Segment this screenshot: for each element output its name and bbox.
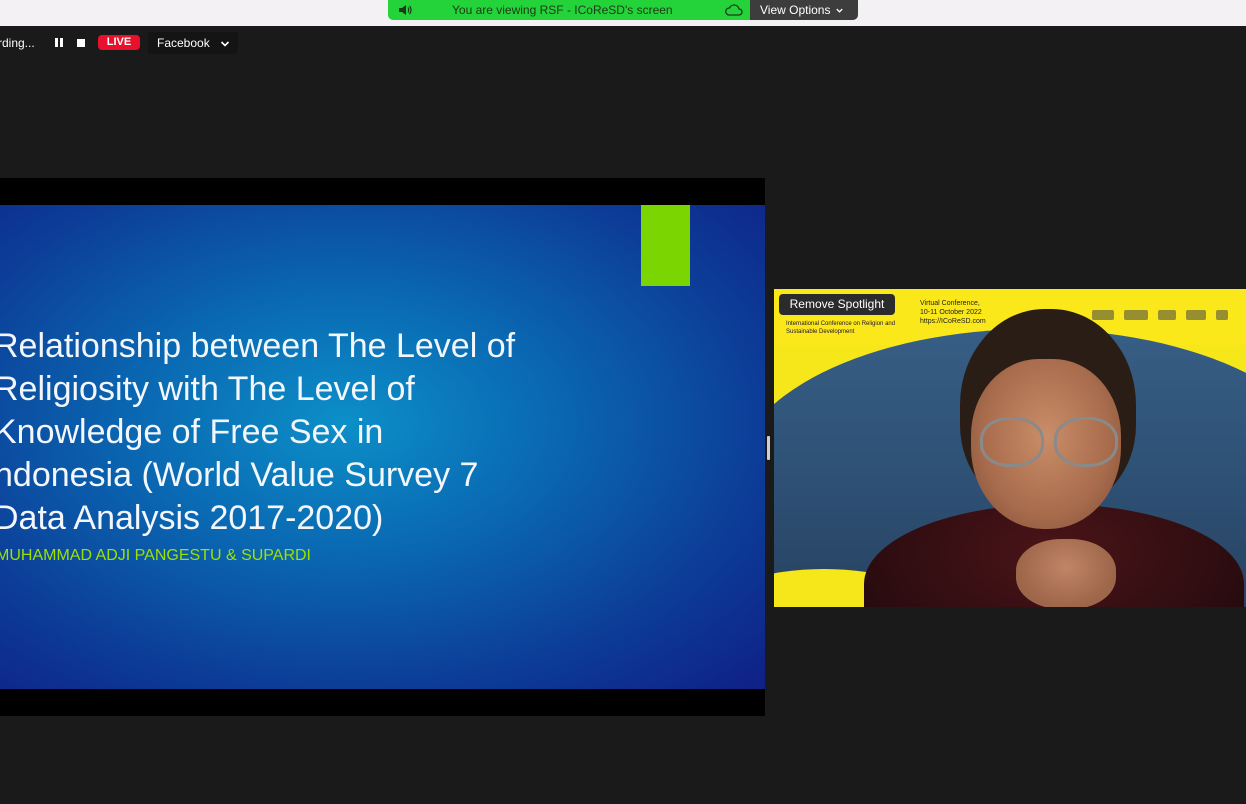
panel-resize-handle[interactable]: [767, 436, 770, 460]
stream-target-label: Facebook: [157, 36, 210, 50]
slide-title-line: ndonesia (World Value Survey 7: [0, 456, 479, 494]
slide-title-line: Data Analysis 2017-2020): [0, 499, 384, 537]
slide-title-line: Religiosity with The Level of: [0, 370, 415, 408]
sponsor-logos: [1092, 307, 1246, 323]
sponsor-logo: [1092, 310, 1114, 320]
conference-name: International Conference on Religion and…: [786, 321, 896, 335]
speaker-icon[interactable]: [398, 3, 412, 17]
remove-spotlight-button[interactable]: Remove Spotlight: [779, 294, 895, 315]
participant-hand: [1016, 539, 1116, 607]
sponsor-logo: [1124, 310, 1148, 320]
speaker-video-tile: International Conference on Religion and…: [774, 289, 1246, 607]
participant-glasses: [1054, 417, 1118, 467]
view-options-label: View Options: [760, 3, 831, 17]
viewing-status-bar: You are viewing RSF - ICoReSD's screen: [388, 0, 750, 20]
conference-url: https://ICoReSD.com: [920, 318, 986, 325]
presentation-slide: Relationship between The Level of Religi…: [0, 205, 765, 689]
slide-accent-bar: [641, 205, 690, 286]
chevron-down-icon: [220, 41, 230, 47]
chevron-down-icon: [836, 8, 844, 13]
conference-dates: 10-11 October 2022: [920, 309, 982, 316]
stop-recording-icon[interactable]: [77, 39, 85, 47]
sponsor-logo: [1186, 310, 1206, 320]
live-badge: LIVE: [98, 35, 140, 50]
cloud-icon[interactable]: [725, 2, 743, 18]
stream-target-dropdown[interactable]: Facebook: [148, 32, 238, 54]
conference-type: Virtual Conference,: [920, 300, 980, 307]
slide-authors: MUHAMMAD ADJI PANGESTU & SUPARDI: [0, 547, 311, 564]
recording-status: rding...: [0, 36, 35, 50]
conference-info: Virtual Conference, 10-11 October 2022 h…: [920, 299, 1000, 326]
slide-title: Relationship between The Level of Religi…: [0, 325, 614, 540]
shared-screen: Relationship between The Level of Religi…: [0, 178, 765, 716]
screen-share-banner: You are viewing RSF - ICoReSD's screen V…: [388, 0, 858, 20]
pause-recording-icon[interactable]: [54, 38, 64, 48]
slide-title-line: Knowledge of Free Sex in: [0, 413, 384, 451]
participant-glasses: [980, 417, 1044, 467]
slide-title-line: Relationship between The Level of: [0, 327, 516, 365]
sponsor-logo: [1216, 310, 1228, 320]
view-options-button[interactable]: View Options: [750, 0, 858, 20]
sponsor-logo: [1158, 310, 1176, 320]
viewing-message: You are viewing RSF - ICoReSD's screen: [452, 3, 673, 17]
